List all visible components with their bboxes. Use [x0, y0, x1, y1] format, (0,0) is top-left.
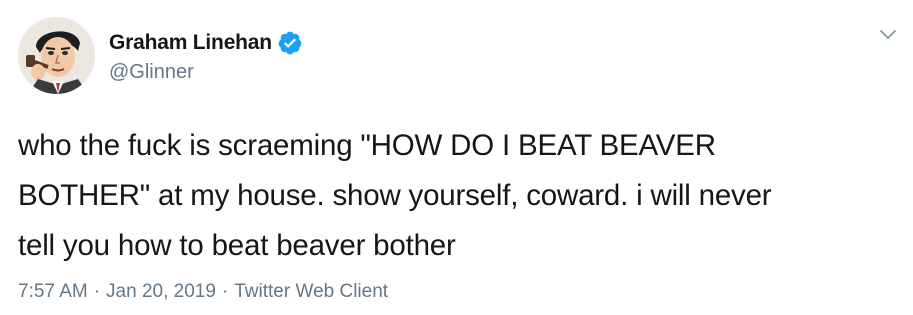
avatar[interactable] [18, 17, 95, 94]
tweet-card: Graham Linehan @Glinner who the fuck is … [0, 0, 913, 315]
tweet-text: who the fuck is scraeming "HOW DO I BEAT… [18, 129, 772, 262]
separator: · [221, 281, 229, 302]
tweet-metadata: 7:57 AM · Jan 20, 2019 · Twitter Web Cli… [18, 281, 388, 303]
tweet-source[interactable]: Twitter Web Client [234, 281, 388, 303]
chevron-down-icon[interactable] [879, 28, 897, 40]
separator: · [93, 281, 101, 302]
verified-badge-icon [277, 30, 303, 56]
tweet-date[interactable]: Jan 20, 2019 [106, 281, 216, 303]
author-handle[interactable]: @Glinner [109, 61, 194, 84]
author-name-row[interactable]: Graham Linehan [109, 30, 303, 56]
avatar-illustration [18, 17, 95, 94]
display-name[interactable]: Graham Linehan [109, 31, 272, 55]
tweet-time[interactable]: 7:57 AM [18, 281, 88, 303]
